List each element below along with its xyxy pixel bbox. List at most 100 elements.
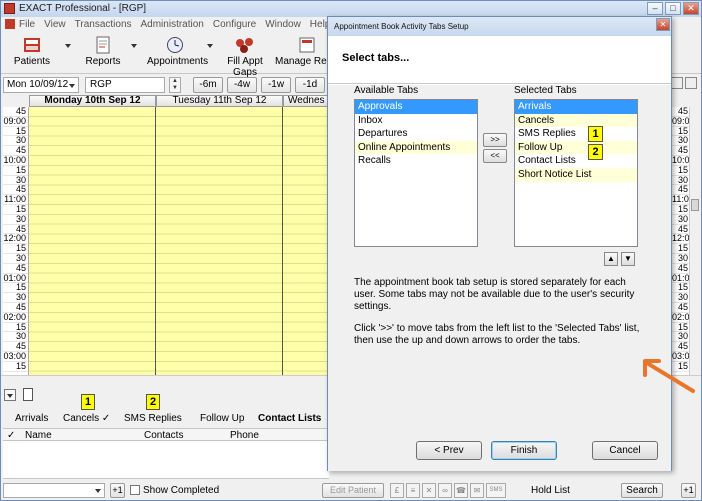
vertical-scrollbar[interactable] xyxy=(689,107,699,375)
day-header-monday[interactable]: Monday 10th Sep 12 xyxy=(29,95,156,107)
menu-transactions[interactable]: Transactions xyxy=(75,19,132,30)
right-toolbar-icons xyxy=(671,77,697,89)
reports-dropdown-icon[interactable] xyxy=(131,44,137,48)
selected-tabs-list[interactable]: Arrivals Cancels SMS Replies Follow Up C… xyxy=(514,99,638,247)
time-label: 15 xyxy=(3,361,28,372)
edit-patient-button[interactable]: Edit Patient xyxy=(322,483,384,498)
activity-tabs-setup-dialog: Appointment Book Activity Tabs Setup ✕ S… xyxy=(327,16,672,471)
contact-list-body[interactable] xyxy=(3,441,329,479)
provider-spinner[interactable]: ▲ ▼ xyxy=(169,77,181,93)
appointments-button[interactable]: Appointments xyxy=(147,36,208,67)
selected-item[interactable]: Short Notice List xyxy=(515,167,637,182)
day-column-tuesday[interactable] xyxy=(156,107,283,375)
delete-icon[interactable]: ✕ xyxy=(422,483,436,498)
close-button[interactable]: ✕ xyxy=(683,2,699,15)
add-one-button[interactable]: +1 xyxy=(110,483,125,498)
finish-button[interactable]: Finish xyxy=(491,441,557,460)
appointments-dropdown-icon[interactable] xyxy=(207,44,213,48)
menu-window[interactable]: Window xyxy=(265,19,301,30)
maximize-button[interactable]: □ xyxy=(665,2,681,15)
dialog-close-button[interactable]: ✕ xyxy=(656,18,670,31)
available-item[interactable]: Departures xyxy=(355,127,477,141)
fill-gaps-button[interactable]: Fill Appt Gaps xyxy=(217,36,273,78)
show-completed-checkbox[interactable] xyxy=(130,485,140,495)
manage-recalls-button[interactable]: Manage Recal xyxy=(275,36,331,67)
tab-contact-lists[interactable]: Contact Lists xyxy=(258,413,321,424)
selected-item[interactable]: Contact Lists xyxy=(515,154,637,168)
fill-gaps-icon xyxy=(236,38,253,53)
back-4-weeks-button[interactable]: -4w xyxy=(227,77,257,93)
remove-tab-button[interactable]: << xyxy=(483,149,507,163)
scrollbar-thumb[interactable] xyxy=(691,199,699,211)
patients-dropdown-icon[interactable] xyxy=(65,44,71,48)
minimize-button[interactable]: – xyxy=(647,2,663,15)
appointments-clock-icon xyxy=(167,37,183,53)
menu-configure[interactable]: Configure xyxy=(213,19,256,30)
link-icon[interactable]: ∞ xyxy=(438,483,452,498)
currency-icon[interactable]: £ xyxy=(390,483,404,498)
clipboard-icon[interactable] xyxy=(23,388,33,401)
activity-tabs: Arrivals Cancels ✓ SMS Replies Follow Up… xyxy=(1,411,331,427)
day-header-tuesday[interactable]: Tuesday 11th Sep 12 xyxy=(156,95,283,107)
print-icon[interactable] xyxy=(671,77,683,89)
selected-item[interactable]: SMS Replies xyxy=(515,127,637,141)
column-name[interactable]: Name xyxy=(25,430,52,441)
info-text-2: Click '>>' to move tabs from the left li… xyxy=(354,323,640,346)
available-tabs-list[interactable]: Approvals Inbox Departures Online Appoin… xyxy=(354,99,478,247)
list-filter-combo[interactable] xyxy=(3,483,105,498)
tab-cancels[interactable]: Cancels ✓ xyxy=(63,413,110,424)
tab-follow-up[interactable]: Follow Up xyxy=(200,413,244,424)
column-contacts[interactable]: Contacts xyxy=(144,430,183,441)
time-column: 45 09:00 15 30 45 10:00 15 30 45 11:00 15 30 45 12:00… xyxy=(3,107,29,375)
fill-gaps-label: Fill Appt Gaps xyxy=(227,56,263,78)
selected-item[interactable]: Follow Up xyxy=(515,140,637,155)
selected-item[interactable]: Arrivals xyxy=(515,100,637,114)
back-1-week-button[interactable]: -1w xyxy=(261,77,291,93)
hold-list-label[interactable]: Hold List xyxy=(531,485,570,496)
search-button[interactable]: Search xyxy=(621,483,663,498)
add-one-right-button[interactable]: +1 xyxy=(681,483,696,498)
tab-badge-1: 1 xyxy=(81,394,95,410)
mail-icon[interactable]: ✉ xyxy=(470,483,484,498)
patients-button[interactable]: Patients xyxy=(9,36,55,67)
phone-icon[interactable]: ☎ xyxy=(454,483,468,498)
available-item[interactable]: Online Appointments xyxy=(355,140,477,155)
date-picker[interactable]: Mon 10/09/12 xyxy=(3,77,79,93)
notes-icon[interactable]: ≡ xyxy=(406,483,420,498)
selected-item[interactable]: Cancels xyxy=(515,113,637,128)
tab-arrivals[interactable]: Arrivals xyxy=(15,413,48,424)
day-header-wednesday[interactable]: Wednes xyxy=(283,95,331,107)
app-window: EXACT Professional - [RGP] – □ ✕ File Vi… xyxy=(0,0,702,501)
provider-field[interactable]: RGP xyxy=(85,77,165,93)
column-phone[interactable]: Phone xyxy=(230,430,259,441)
tab-sms-replies[interactable]: SMS Replies xyxy=(124,413,182,424)
prev-button[interactable]: < Prev xyxy=(416,441,482,460)
add-tab-button[interactable]: >> xyxy=(483,133,507,147)
sms-icon[interactable]: SMS xyxy=(486,483,506,498)
available-item[interactable]: Recalls xyxy=(355,154,477,168)
column-check[interactable]: ✓ xyxy=(7,430,15,441)
patients-icon xyxy=(24,38,40,52)
show-completed-label: Show Completed xyxy=(143,485,220,496)
right-time-column: 4509:0015304510:0015304511:0015304512:00… xyxy=(671,107,689,375)
move-down-button[interactable]: ▼ xyxy=(621,252,635,266)
back-6-months-button[interactable]: -6m xyxy=(193,77,223,93)
system-menu-icon[interactable] xyxy=(5,19,15,29)
available-item[interactable]: Inbox xyxy=(355,114,477,128)
menu-view[interactable]: View xyxy=(44,19,66,30)
activity-dropdown-button[interactable] xyxy=(4,389,16,401)
menu-administration[interactable]: Administration xyxy=(141,19,204,30)
day-column-monday[interactable] xyxy=(29,107,156,375)
day-column-wednesday[interactable] xyxy=(283,107,331,375)
back-1-day-button[interactable]: -1d xyxy=(295,77,325,93)
available-item[interactable]: Approvals xyxy=(355,100,477,114)
settings-icon[interactable] xyxy=(685,77,697,89)
reports-label: Reports xyxy=(85,56,121,67)
day-header-bar: Monday 10th Sep 12 Tuesday 11th Sep 12 W… xyxy=(1,95,331,107)
move-up-button[interactable]: ▲ xyxy=(604,252,618,266)
cancel-button[interactable]: Cancel xyxy=(592,441,658,460)
contact-list-header: ✓ Name Contacts Phone xyxy=(3,428,329,441)
menu-file[interactable]: File xyxy=(19,19,35,30)
reports-button[interactable]: Reports xyxy=(83,36,123,67)
dialog-title-bar: Appointment Book Activity Tabs Setup xyxy=(328,17,671,36)
